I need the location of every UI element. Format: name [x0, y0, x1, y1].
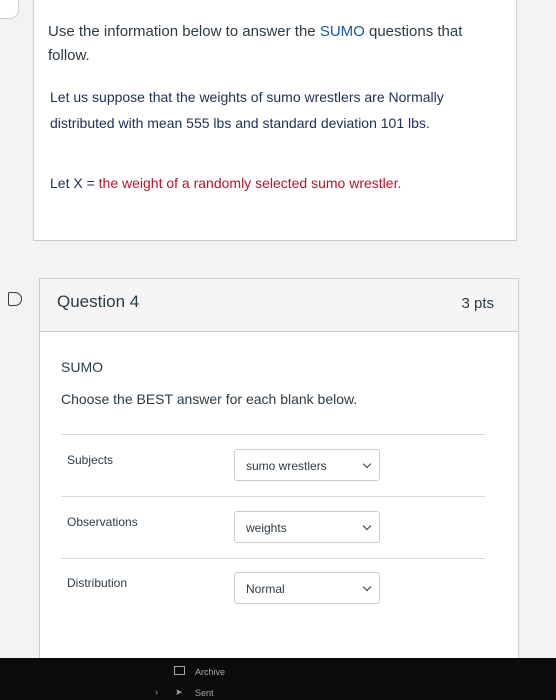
subjects-dropdown[interactable]: sumo wrestlers — [234, 449, 380, 481]
row-label-observations: Observations — [67, 515, 138, 529]
row-label-distribution: Distribution — [67, 576, 128, 590]
chevron-down-icon — [362, 582, 372, 592]
chevron-down-icon — [362, 459, 372, 469]
bottom-navigation: Archive › ➤ Sent — [0, 658, 556, 700]
distribution-paragraph: Let us suppose that the weights of sumo … — [50, 89, 444, 131]
question-header: Question 4 3 pts — [40, 279, 518, 332]
question-card: Question 4 3 pts SUMO Choose the BEST an… — [39, 278, 519, 660]
question-topic: SUMO — [61, 359, 103, 375]
variable-definition: Let X = the weight of a randomly selecte… — [50, 170, 470, 196]
bookmark-flag-icon[interactable] — [8, 292, 22, 306]
divider — [61, 496, 485, 497]
chevron-right-icon: › — [155, 687, 158, 697]
archive-icon — [174, 666, 185, 675]
divider — [61, 434, 485, 435]
observations-selected-value: weights — [246, 521, 287, 535]
chevron-down-icon — [362, 521, 372, 531]
observations-dropdown[interactable]: weights — [234, 511, 380, 543]
intro-highlight: SUMO — [319, 23, 365, 40]
corner-flag-icon — [0, 0, 19, 19]
variable-prefix: Let X = — [50, 175, 99, 191]
intro-text: Use the information below to answer the … — [48, 20, 508, 68]
distribution-selected-value: Normal — [246, 582, 285, 596]
subjects-selected-value: sumo wrestlers — [246, 459, 327, 473]
question-instructions: Choose the BEST answer for each blank be… — [61, 391, 358, 407]
intro-prefix: Use the information below to answer the — [48, 23, 320, 40]
distribution-dropdown[interactable]: Normal — [234, 572, 380, 604]
archive-link[interactable]: Archive — [195, 667, 225, 677]
sent-link[interactable]: Sent — [195, 688, 214, 698]
variable-description: the weight of a randomly selected sumo w… — [98, 175, 402, 191]
divider — [61, 558, 485, 559]
question-title: Question 4 — [57, 292, 140, 311]
question-points: 3 pts — [461, 295, 494, 312]
row-label-subjects: Subjects — [67, 453, 114, 467]
send-icon: ➤ — [175, 687, 183, 697]
